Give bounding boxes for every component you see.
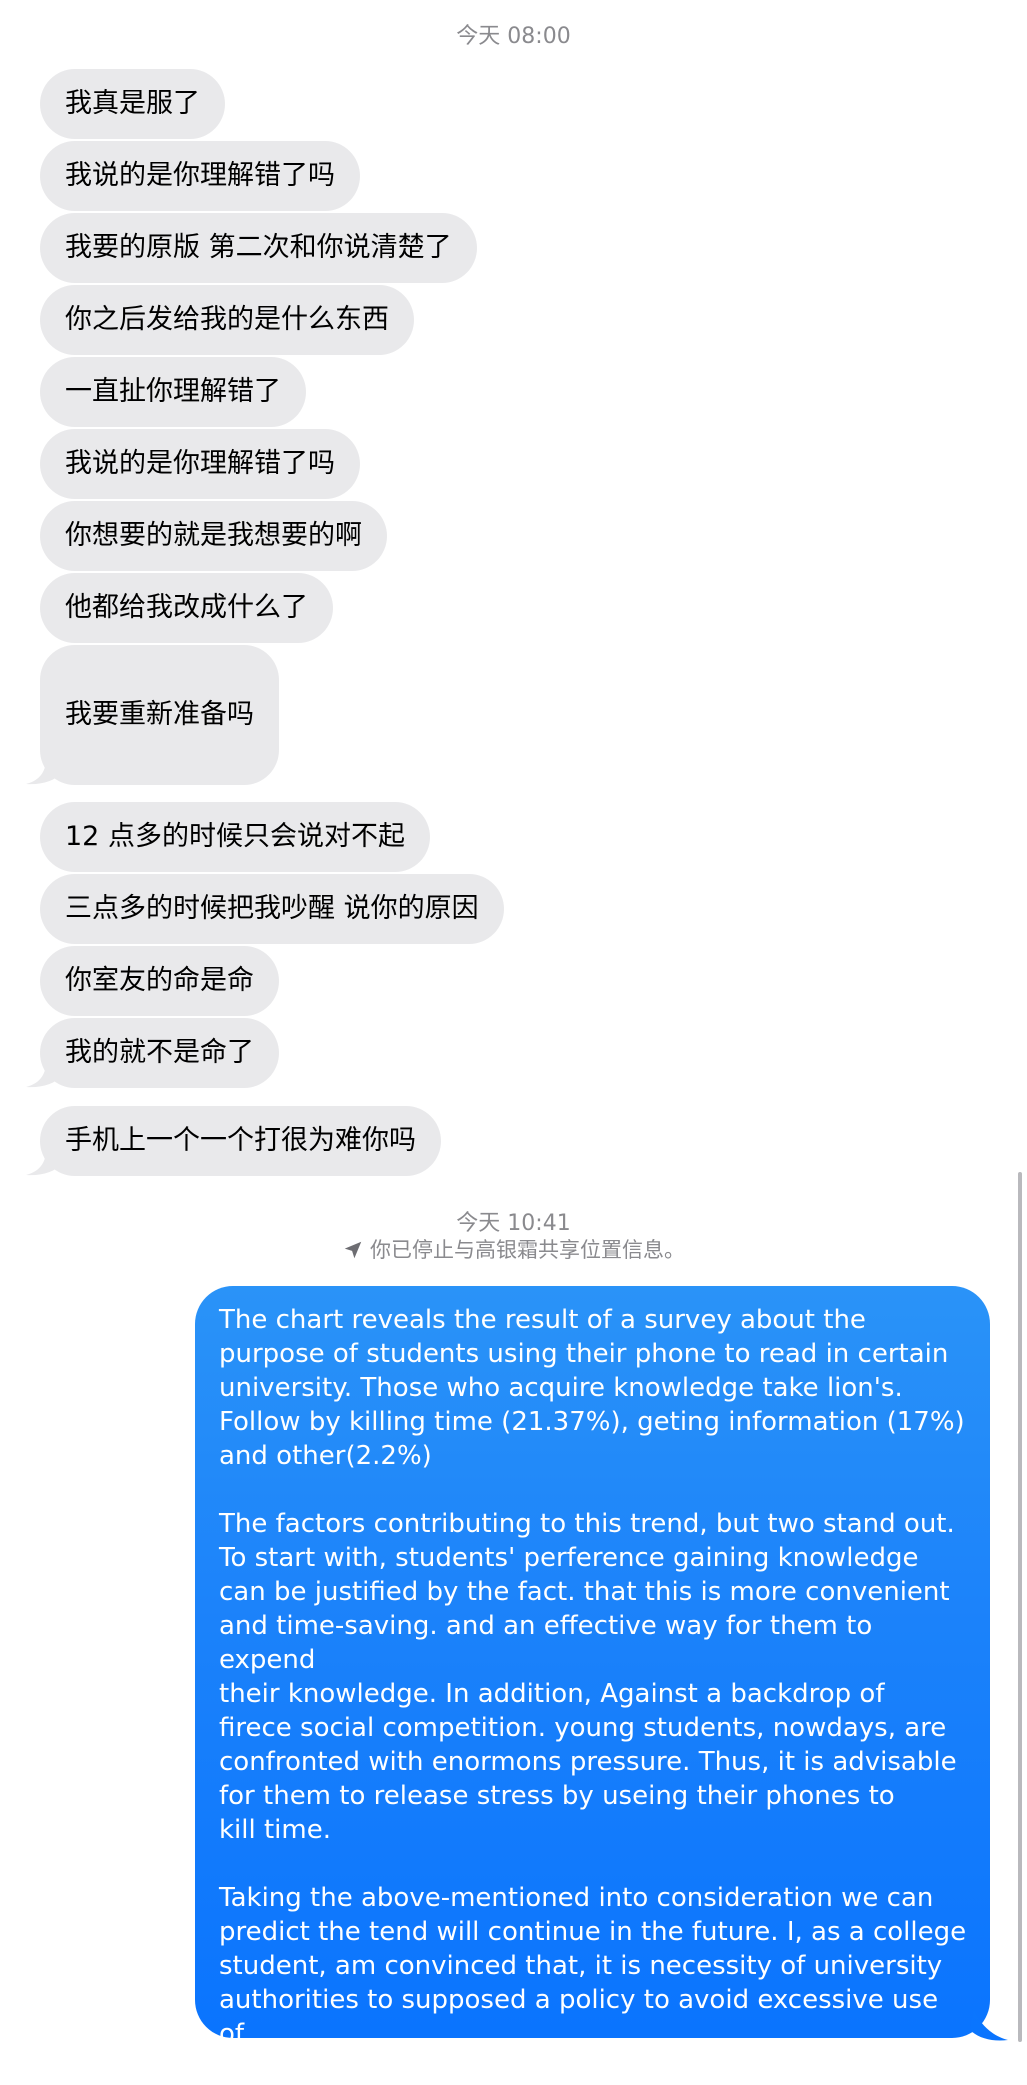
incoming-message-3[interactable]: 我要的原版 第二次和你说清楚了 <box>40 213 477 283</box>
incoming-message-4[interactable]: 你之后发给我的是什么东西 <box>40 285 414 355</box>
text-line: can be justified by the fact. that this … <box>219 1577 950 1607</box>
text-line: their knowledge. In addition, Against a … <box>219 1679 885 1709</box>
message-text: 我要重新准备吗 <box>65 699 254 730</box>
location-notice-text: 你已停止与高银霜共享位置信息。 <box>370 1238 685 1262</box>
text-line: university. Those who acquire knowledge … <box>219 1373 903 1403</box>
text-line: student, am convinced that, it is necess… <box>219 1951 943 1981</box>
incoming-message-10[interactable]: 12 点多的时候只会说对不起 <box>40 802 430 872</box>
message-text: 我真是服了 <box>65 88 200 119</box>
bubble-tail <box>26 1150 62 1176</box>
text-line: mobile phones. <box>219 2053 419 2083</box>
message-text: 我的就不是命了 <box>65 1037 254 1068</box>
incoming-message-11[interactable]: 三点多的时候把我吵醒 说你的原因 <box>40 874 504 944</box>
incoming-message-1[interactable]: 我真是服了 <box>40 69 225 139</box>
outgoing-bubble-tail <box>970 2010 1008 2041</box>
text-line: for them to release stress by useing the… <box>219 1781 895 1811</box>
message-text: 手机上一个一个打很为难你吗 <box>65 1125 416 1156</box>
outgoing-paragraph-1: The chart reveals the result of a survey… <box>219 1303 968 1473</box>
message-text: 一直扯你理解错了 <box>65 376 281 407</box>
message-text: 你室友的命是命 <box>65 965 254 996</box>
message-text: 你之后发给我的是什么东西 <box>65 304 389 335</box>
location-arrow-icon <box>344 1241 362 1259</box>
text-line: The chart reveals the result of a survey… <box>219 1305 866 1335</box>
text-line: purpose of students using their phone to… <box>219 1339 949 1369</box>
text-line: authorities to supposed a policy to avoi… <box>219 1985 939 2049</box>
outgoing-paragraph-3: Taking the above-mentioned into consider… <box>219 1881 968 2085</box>
text-line: confronted with enormons pressure. Thus,… <box>219 1747 957 1777</box>
incoming-message-9[interactable]: 我要重新准备吗 <box>40 645 279 785</box>
timestamp-second: 今天 10:41 <box>456 1211 571 1236</box>
incoming-message-12[interactable]: 你室友的命是命 <box>40 946 279 1016</box>
outgoing-paragraph-2: The factors contributing to this trend, … <box>219 1507 968 1847</box>
text-line: and time-saving. and an effective way fo… <box>219 1611 873 1675</box>
timestamp-first: 今天 08:00 <box>456 24 571 49</box>
incoming-message-8[interactable]: 他都给我改成什么了 <box>40 573 333 643</box>
scrollbar[interactable] <box>1018 1172 1022 2042</box>
bubble-tail <box>26 1062 62 1088</box>
message-text: 我说的是你理解错了吗 <box>65 160 335 191</box>
incoming-message-7[interactable]: 你想要的就是我想要的啊 <box>40 501 387 571</box>
location-sharing-notice: 你已停止与高银霜共享位置信息。 <box>0 1237 1027 1263</box>
text-line: predict the tend will continue in the fu… <box>219 1917 967 1947</box>
text-line: To start with, students' perference gain… <box>219 1543 919 1573</box>
text-line: firece social competition. young student… <box>219 1713 947 1743</box>
text-line: Follow by killing time (21.37%), geting … <box>219 1407 965 1437</box>
incoming-message-6[interactable]: 我说的是你理解错了吗 <box>40 429 360 499</box>
message-text: 他都给我改成什么了 <box>65 592 308 623</box>
text-line: and other(2.2%) <box>219 1441 432 1471</box>
incoming-message-13[interactable]: 我的就不是命了 <box>40 1018 279 1088</box>
message-text: 你想要的就是我想要的啊 <box>65 520 362 551</box>
text-line: Taking the above-mentioned into consider… <box>219 1883 934 1913</box>
message-text: 我说的是你理解错了吗 <box>65 448 335 479</box>
message-text: 三点多的时候把我吵醒 说你的原因 <box>65 893 479 924</box>
message-text: 我要的原版 第二次和你说清楚了 <box>65 232 452 263</box>
message-text: 12 点多的时候只会说对不起 <box>65 821 405 852</box>
incoming-message-14[interactable]: 手机上一个一个打很为难你吗 <box>40 1106 441 1176</box>
incoming-message-2[interactable]: 我说的是你理解错了吗 <box>40 141 360 211</box>
text-line: kill time. <box>219 1815 331 1845</box>
incoming-message-5[interactable]: 一直扯你理解错了 <box>40 357 306 427</box>
text-line: The factors contributing to this trend, … <box>219 1509 955 1539</box>
bubble-tail <box>26 759 62 785</box>
outgoing-message[interactable]: The chart reveals the result of a survey… <box>195 1286 990 2083</box>
